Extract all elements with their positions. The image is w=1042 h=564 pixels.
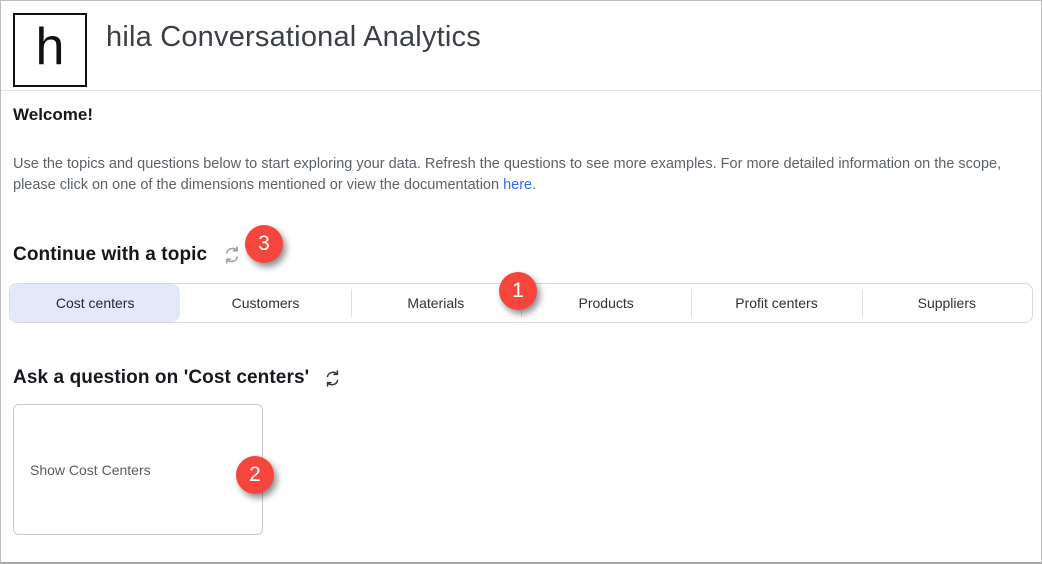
app-title: hila Conversational Analytics xyxy=(106,21,481,54)
hila-logo-letter: h xyxy=(36,21,65,73)
welcome-heading: Welcome! xyxy=(13,105,1029,125)
question-card-label: Show Cost Centers xyxy=(30,462,151,478)
tab-products[interactable]: Products xyxy=(521,284,691,322)
refresh-icon xyxy=(221,244,243,266)
topics-section-header: Continue with a topic xyxy=(13,244,1029,266)
tab-materials[interactable]: Materials xyxy=(351,284,521,322)
refresh-questions-button[interactable] xyxy=(322,368,343,389)
tab-suppliers[interactable]: Suppliers xyxy=(862,284,1032,322)
documentation-link[interactable]: here xyxy=(503,177,532,193)
refresh-icon xyxy=(322,368,343,389)
intro-line-2-period: . xyxy=(532,177,536,193)
intro-line-1: Use the topics and questions below to st… xyxy=(13,154,1029,175)
topics-heading: Continue with a topic xyxy=(13,244,207,266)
hila-logo: h xyxy=(13,13,87,87)
main-content: Welcome! Use the topics and questions be… xyxy=(1,105,1041,535)
intro-paragraph: Use the topics and questions below to st… xyxy=(13,154,1029,196)
step-badge-1: 1 xyxy=(499,272,537,310)
step-badge-2: 2 xyxy=(236,456,274,494)
app-header: h hila Conversational Analytics xyxy=(1,1,1041,91)
intro-line-2: please click on one of the dimensions me… xyxy=(13,175,1029,196)
ask-question-heading: Ask a question on 'Cost centers' xyxy=(13,367,309,389)
intro-line-2-text: please click on one of the dimensions me… xyxy=(13,177,503,193)
refresh-topics-button[interactable] xyxy=(221,244,243,266)
tab-cost-centers[interactable]: Cost centers xyxy=(10,284,180,322)
question-card[interactable]: Show Cost Centers xyxy=(13,404,263,535)
tab-customers[interactable]: Customers xyxy=(180,284,350,322)
questions-section-header: Ask a question on 'Cost centers' xyxy=(13,367,1029,389)
page: h hila Conversational Analytics Welcome!… xyxy=(0,0,1042,564)
tab-profit-centers[interactable]: Profit centers xyxy=(691,284,861,322)
step-badge-3: 3 xyxy=(245,225,283,263)
